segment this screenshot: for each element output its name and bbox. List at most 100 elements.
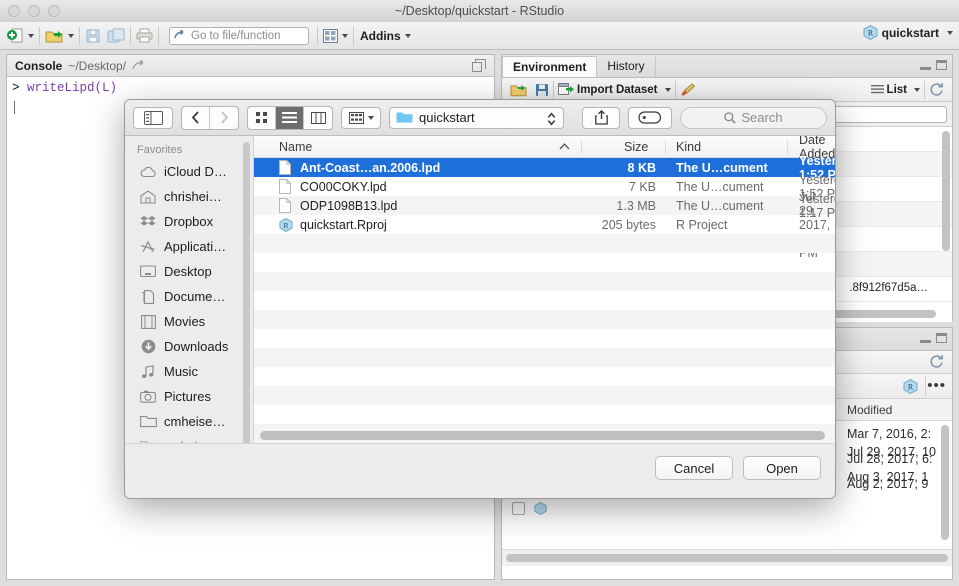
print-button[interactable] xyxy=(133,26,156,46)
sidebar-item-music[interactable]: Music xyxy=(125,359,253,384)
folder-icon xyxy=(396,112,413,123)
file-list-row[interactable]: ODP1098B13.lpd 1.3 MB The U…cument Yeste… xyxy=(254,192,835,220)
sidebar-item-pictures[interactable]: Pictures xyxy=(125,384,253,409)
path-popup-button[interactable]: quickstart xyxy=(389,106,564,129)
files-row-checkbox[interactable] xyxy=(512,502,525,515)
column-divider[interactable] xyxy=(581,140,582,154)
save-button[interactable] xyxy=(82,26,104,46)
dialog-file-list[interactable]: Name Size Kind Date Added Ant-Coast…an.2… xyxy=(254,136,835,444)
environment-view-mode-button[interactable]: List xyxy=(867,84,924,96)
forward-button[interactable] xyxy=(210,107,238,129)
dialog-body: Favorites iCloud D… chrishei… Dropbox Ap… xyxy=(125,136,835,444)
environment-minimize-icon[interactable] xyxy=(920,59,931,70)
sidebar-item-documents[interactable]: Docume… xyxy=(125,284,253,309)
sidebar-item-desktop[interactable]: Desktop xyxy=(125,259,253,284)
dialog-search-input[interactable]: Search xyxy=(680,106,827,129)
column-name[interactable]: Name xyxy=(279,140,312,154)
files-more-menu-button[interactable]: ••• xyxy=(927,378,946,393)
import-dataset-caret-icon[interactable] xyxy=(664,87,671,92)
toolbar-divider xyxy=(158,26,159,45)
console-goto-directory-icon[interactable] xyxy=(132,59,148,72)
back-button[interactable] xyxy=(182,106,210,129)
files-column-modified[interactable]: Modified xyxy=(847,403,892,417)
files-maximize-icon[interactable] xyxy=(936,332,947,343)
environment-vertical-scrollbar[interactable] xyxy=(942,131,950,251)
file-list-row[interactable]: CO00COKY.lpd 7 KB The U…cument Yesterday… xyxy=(254,173,835,201)
file-list-empty-row xyxy=(254,405,835,424)
pane-layout-button[interactable] xyxy=(320,26,351,46)
column-kind[interactable]: Kind xyxy=(676,140,701,154)
sidebar-item-applications[interactable]: Applicati… xyxy=(125,234,253,259)
environment-refresh-button[interactable] xyxy=(925,82,948,97)
project-selector[interactable]: R quickstart xyxy=(863,25,953,40)
file-name: ODP1098B13.lpd xyxy=(300,198,398,213)
goto-file-function-input[interactable]: Go to file/function xyxy=(169,26,309,45)
file-list-horizontal-scrollbar[interactable] xyxy=(260,431,825,440)
file-list-empty-row xyxy=(254,291,835,310)
addins-button[interactable]: Addins xyxy=(356,29,415,43)
open-workspace-icon xyxy=(510,84,527,96)
rproject-icon: R xyxy=(863,25,878,40)
column-divider[interactable] xyxy=(787,140,788,154)
rproject-icon[interactable]: R xyxy=(903,378,918,394)
files-minimize-icon[interactable] xyxy=(920,332,931,343)
sidebar-item-label: Desktop xyxy=(164,264,212,279)
sidebar-item-label: Downloads xyxy=(164,339,229,354)
toolbar-divider xyxy=(925,376,926,396)
environment-view-caret-icon[interactable] xyxy=(914,87,920,92)
sidebar-toggle-button[interactable] xyxy=(133,106,173,129)
environment-maximize-icon[interactable] xyxy=(936,59,947,70)
files-hidden-date-1: Jul 29, 2017, 10 xyxy=(847,445,936,459)
sidebar-item-cmheise[interactable]: cmheise… xyxy=(125,409,253,434)
pane-layout-caret-icon[interactable] xyxy=(342,33,348,38)
share-button[interactable] xyxy=(582,106,620,129)
movies-icon xyxy=(139,314,157,329)
load-workspace-button[interactable] xyxy=(506,83,531,97)
sidebar-item-movies[interactable]: Movies xyxy=(125,309,253,334)
cancel-button[interactable]: Cancel xyxy=(655,456,733,480)
open-file-caret-icon[interactable] xyxy=(68,33,74,38)
sidebar-item-home[interactable]: chrishei… xyxy=(125,184,253,209)
column-size[interactable]: Size xyxy=(624,140,648,154)
file-list-row[interactable]: R quickstart.Rproj 205 bytes R Project J… xyxy=(254,190,835,260)
document-icon xyxy=(279,160,291,175)
tab-environment[interactable]: Environment xyxy=(502,56,598,77)
new-file-caret-icon[interactable] xyxy=(28,33,34,38)
dialog-footer: Cancel Open xyxy=(125,443,835,498)
file-list-row[interactable]: Ant-Coast…an.2006.lpd 8 KB The U…cument … xyxy=(254,154,835,182)
files-vertical-scrollbar[interactable] xyxy=(941,425,949,540)
console-title: Console xyxy=(15,58,63,73)
save-workspace-button[interactable] xyxy=(531,83,553,97)
sidebar-item-dropbox[interactable]: Dropbox xyxy=(125,209,253,234)
tag-button[interactable] xyxy=(628,106,672,129)
group-by-button[interactable] xyxy=(341,106,381,129)
files-refresh-icon[interactable] xyxy=(929,354,944,369)
dialog-sidebar[interactable]: Favorites iCloud D… chrishei… Dropbox Ap… xyxy=(125,136,254,444)
chevron-updown-icon xyxy=(547,112,556,125)
view-list-button[interactable] xyxy=(276,106,304,129)
open-file-button[interactable] xyxy=(42,26,77,46)
sidebar-scrollbar[interactable] xyxy=(243,142,250,444)
open-button[interactable]: Open xyxy=(743,456,821,480)
import-dataset-button[interactable]: Import Dataset xyxy=(554,83,675,96)
music-icon xyxy=(139,364,157,379)
view-columns-button[interactable] xyxy=(304,107,332,129)
save-all-button[interactable] xyxy=(104,26,128,46)
sidebar-item-downloads[interactable]: Downloads xyxy=(125,334,253,359)
sidebar-item-icloud[interactable]: iCloud D… xyxy=(125,159,253,184)
path-stepper-icon[interactable] xyxy=(547,112,556,126)
files-horizontal-scrollbar[interactable] xyxy=(506,554,948,562)
console-maximize-icon[interactable] xyxy=(472,59,486,72)
clear-workspace-button[interactable] xyxy=(676,82,700,97)
sidebar-toggle-icon xyxy=(143,110,163,125)
group-by-caret-icon[interactable] xyxy=(367,115,374,120)
pictures-icon xyxy=(139,390,157,403)
tab-history[interactable]: History xyxy=(597,56,656,77)
addins-caret-icon[interactable] xyxy=(404,33,411,38)
new-file-button[interactable] xyxy=(4,26,37,46)
project-caret-icon[interactable] xyxy=(947,30,953,35)
view-icons-button[interactable] xyxy=(248,106,276,129)
column-divider[interactable] xyxy=(665,140,666,154)
goto-arrow-icon xyxy=(174,30,184,39)
files-row[interactable] xyxy=(502,496,952,521)
